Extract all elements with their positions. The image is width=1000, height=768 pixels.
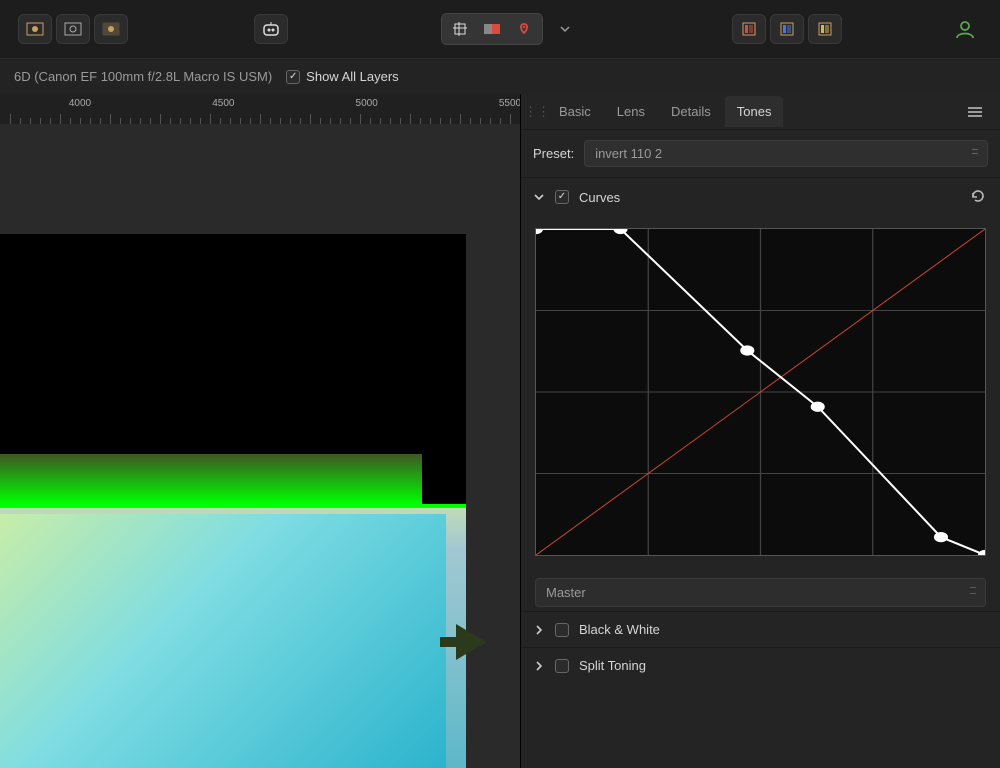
show-all-layers-checkbox[interactable]: Show All Layers — [286, 69, 399, 84]
check-icon — [286, 70, 300, 84]
panel-menu-button[interactable] — [968, 106, 992, 118]
mask-icon — [483, 22, 501, 36]
view-mode-group — [18, 14, 128, 44]
curves-channel-select[interactable]: Master — [535, 578, 986, 607]
bw-title: Black & White — [579, 622, 988, 637]
split-enable-checkbox[interactable] — [555, 659, 569, 673]
chevron-down-icon — [560, 25, 570, 33]
reset-icon[interactable] — [970, 188, 988, 206]
image-viewer: 4000450050005500 — [0, 94, 520, 768]
bw-enable-checkbox[interactable] — [555, 623, 569, 637]
top-toolbar — [0, 0, 1000, 58]
preset-label: Preset: — [533, 146, 574, 161]
panel-tabs: ⋮⋮ Basic Lens Details Tones — [521, 94, 1000, 130]
split-title: Split Toning — [579, 658, 988, 673]
curves-svg — [536, 229, 985, 555]
curves-title: Curves — [579, 190, 960, 205]
palette-blue-button[interactable] — [770, 14, 804, 44]
section-bw-header[interactable]: Black & White — [521, 612, 1000, 647]
canvas[interactable] — [0, 124, 520, 768]
preset-value: invert 110 2 — [595, 146, 662, 161]
tab-tones[interactable]: Tones — [725, 96, 784, 127]
crop-icon — [452, 21, 468, 37]
view-mode-2-button[interactable] — [56, 14, 90, 44]
robot-icon — [261, 21, 281, 37]
tab-details[interactable]: Details — [659, 96, 723, 127]
histogram-3-icon — [102, 22, 120, 36]
curves-graph[interactable] — [535, 228, 986, 556]
tool-group — [441, 13, 543, 45]
curves-enable-checkbox[interactable] — [555, 190, 569, 204]
main-area: 4000450050005500 ⋮⋮ Basic Lens Details T… — [0, 94, 1000, 768]
section-bw: Black & White — [521, 611, 1000, 647]
heal-button[interactable] — [508, 16, 540, 42]
preset-row: Preset: invert 110 2 — [521, 130, 1000, 177]
film-preview — [0, 454, 466, 768]
palette-red-button[interactable] — [732, 14, 766, 44]
camera-info-text: 6D (Canon EF 100mm f/2.8L Macro IS USM) — [14, 69, 272, 84]
photo-frame — [0, 234, 466, 768]
grip-icon[interactable]: ⋮⋮ — [529, 104, 545, 120]
section-split-header[interactable]: Split Toning — [521, 648, 1000, 683]
section-curves: Curves Master — [521, 177, 1000, 611]
palette-group — [732, 14, 842, 44]
ai-button[interactable] — [254, 14, 288, 44]
view-mode-1-button[interactable] — [18, 14, 52, 44]
preset-select[interactable]: invert 110 2 — [584, 140, 988, 167]
info-bar: 6D (Canon EF 100mm f/2.8L Macro IS USM) … — [0, 58, 1000, 94]
section-split-toning: Split Toning — [521, 647, 1000, 683]
tool-dropdown-button[interactable] — [551, 17, 579, 41]
view-mode-3-button[interactable] — [94, 14, 128, 44]
crop-button[interactable] — [444, 16, 476, 42]
palette-blue-icon — [779, 21, 795, 37]
adjustments-panel: ⋮⋮ Basic Lens Details Tones Preset: inve… — [520, 94, 1000, 768]
palette-red-icon — [741, 21, 757, 37]
chevron-right-icon — [533, 660, 545, 672]
chevron-right-icon — [533, 624, 545, 636]
chevron-down-icon — [533, 191, 545, 203]
profile-button[interactable] — [948, 14, 982, 44]
mask-button[interactable] — [476, 16, 508, 42]
user-icon — [954, 18, 976, 40]
hamburger-icon — [968, 106, 982, 118]
heal-icon — [516, 21, 532, 37]
curves-channel-value: Master — [546, 585, 586, 600]
ruler: 4000450050005500 — [0, 94, 520, 124]
histogram-2-icon — [64, 22, 82, 36]
arrow-icon — [456, 624, 486, 660]
section-curves-header[interactable]: Curves — [521, 178, 1000, 216]
histogram-1-icon — [26, 22, 44, 36]
palette-yellow-icon — [817, 21, 833, 37]
palette-yellow-button[interactable] — [808, 14, 842, 44]
tab-basic[interactable]: Basic — [547, 96, 603, 127]
tab-lens[interactable]: Lens — [605, 96, 657, 127]
show-all-layers-label: Show All Layers — [306, 69, 399, 84]
